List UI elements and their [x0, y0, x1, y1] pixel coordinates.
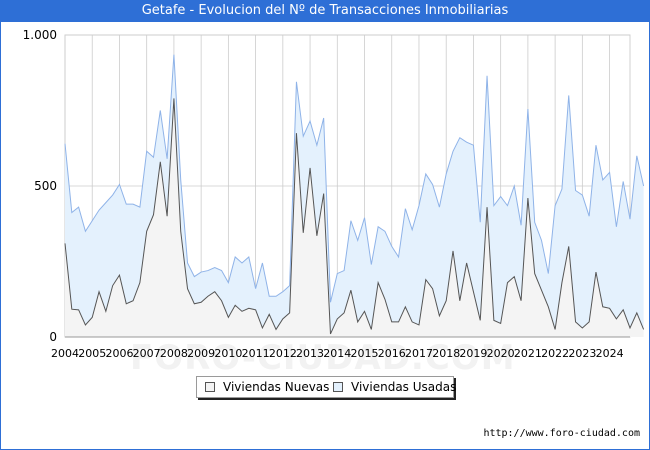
legend-label-nuevas: Viviendas Nuevas — [223, 380, 330, 394]
x-tick-label: 2017 — [405, 347, 433, 360]
x-tick-label: 2004 — [51, 347, 79, 360]
x-tick-label: 2015 — [351, 347, 379, 360]
y-tick-label: 500 — [34, 179, 57, 193]
x-tick-label: 2021 — [514, 347, 542, 360]
x-tick-label: 2009 — [187, 347, 215, 360]
x-tick-label: 2022 — [541, 347, 569, 360]
x-tick-label: 2012 — [269, 347, 297, 360]
x-tick-label: 2018 — [432, 347, 460, 360]
y-tick-label: 0 — [49, 330, 57, 344]
x-tick-label: 2014 — [323, 347, 351, 360]
legend-swatch-usadas — [333, 382, 343, 392]
x-tick-label: 2023 — [568, 347, 596, 360]
x-tick-label: 2010 — [214, 347, 242, 360]
x-tick-label: 2013 — [296, 347, 324, 360]
legend: Viviendas Nuevas Viviendas Usadas — [196, 376, 457, 398]
x-tick-label: 2008 — [160, 347, 188, 360]
y-tick-label: 1.000 — [23, 28, 57, 42]
x-tick-label: 2016 — [378, 347, 406, 360]
x-tick-label: 2005 — [78, 347, 106, 360]
x-tick-label: 2007 — [133, 347, 161, 360]
x-tick-label: 2019 — [459, 347, 487, 360]
x-tick-label: 2024 — [596, 347, 624, 360]
legend-swatch-nuevas — [205, 382, 215, 392]
x-tick-label: 2006 — [105, 347, 133, 360]
legend-label-usadas: Viviendas Usadas — [351, 380, 457, 394]
source-credit: http://www.foro-ciudad.com — [483, 428, 640, 439]
x-tick-label: 2020 — [487, 347, 515, 360]
x-tick-label: 2011 — [242, 347, 270, 360]
